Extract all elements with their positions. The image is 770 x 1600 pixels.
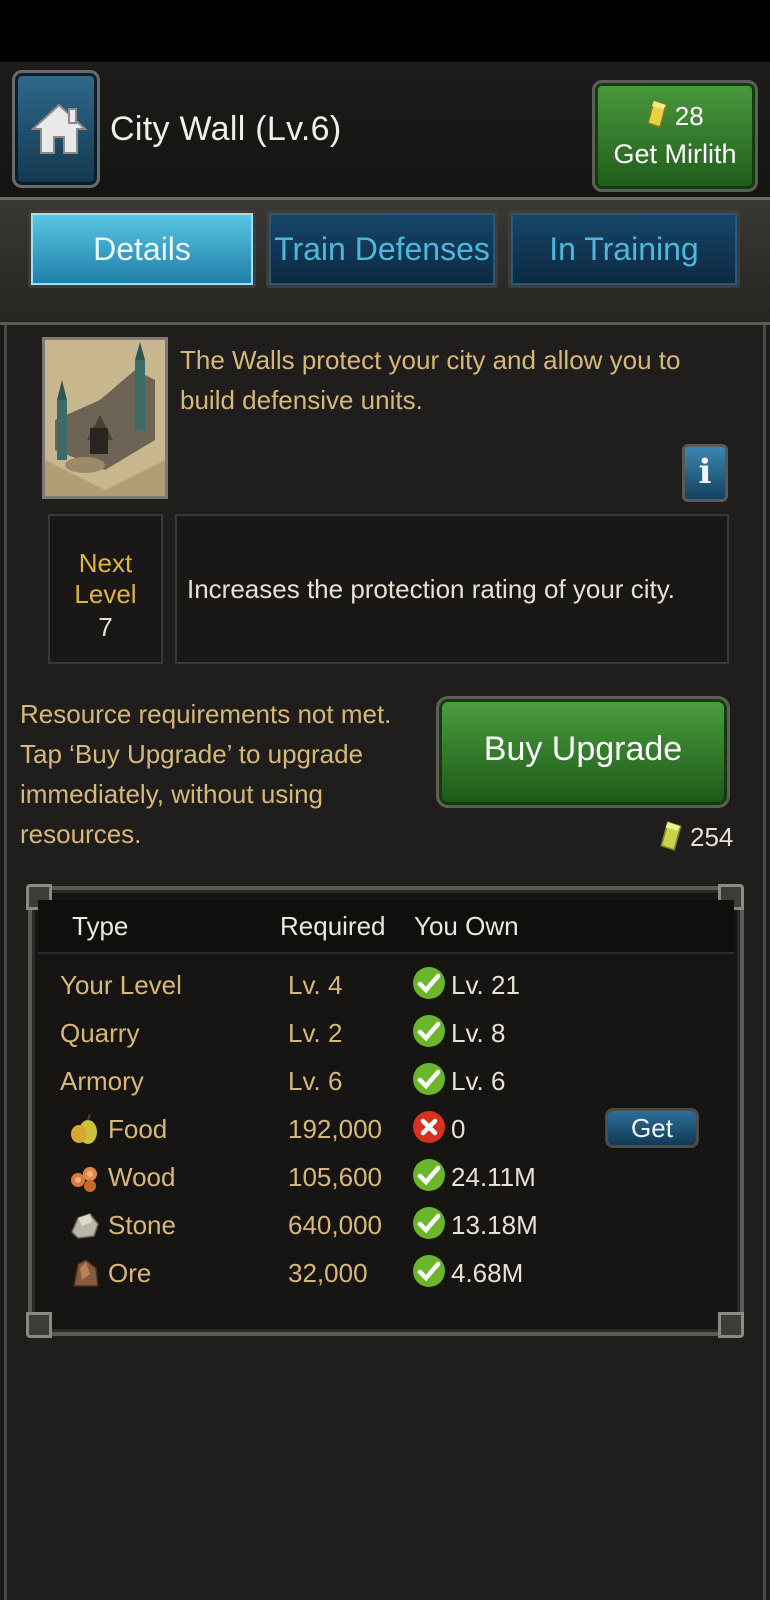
header-you-own: You Own xyxy=(414,911,519,941)
row-type: Stone xyxy=(108,1210,176,1240)
row-type: Food xyxy=(108,1114,168,1144)
row-owned: 0 xyxy=(451,1114,466,1144)
header-required: Required xyxy=(280,911,386,941)
tab-bar: Details Train Defenses In Training xyxy=(0,197,770,325)
buy-cost-value: 254 xyxy=(690,822,734,852)
row-owned: Lv. 8 xyxy=(451,1018,506,1048)
row-owned: Lv. 21 xyxy=(451,970,520,1000)
frame-corner xyxy=(718,1312,744,1338)
table-row: Quarry Lv. 2 Lv. 8 xyxy=(0,1010,770,1058)
row-required: 640,000 xyxy=(288,1210,382,1240)
home-icon xyxy=(30,103,88,154)
check-icon xyxy=(413,967,445,999)
next-level-label: Next Level xyxy=(74,548,137,609)
get-mirlith-button[interactable]: 28 Get Mirlith xyxy=(592,80,758,192)
header-type: Type xyxy=(72,911,129,941)
table-row: Ore 32,000 4.68M xyxy=(0,1250,770,1298)
row-type: Ore xyxy=(108,1258,152,1288)
check-icon xyxy=(413,1207,445,1239)
next-level-effect: Increases the protection rating of your … xyxy=(187,574,675,604)
check-icon xyxy=(413,1063,445,1095)
city-wall-image xyxy=(42,337,168,499)
check-icon xyxy=(413,1255,445,1287)
row-required: 105,600 xyxy=(288,1162,382,1192)
mirlith-count: 28 xyxy=(674,101,704,131)
ore-icon xyxy=(73,1259,99,1287)
tab-details[interactable]: Details xyxy=(28,210,256,288)
table-row: Armory Lv. 6 Lv. 6 xyxy=(0,1058,770,1106)
info-icon: i xyxy=(698,452,712,492)
row-type: Your Level xyxy=(60,970,182,1000)
row-required: Lv. 6 xyxy=(288,1066,343,1096)
check-icon xyxy=(413,1159,445,1191)
building-description: The Walls protect your city and allow yo… xyxy=(180,345,681,415)
buy-upgrade-button[interactable]: Buy Upgrade xyxy=(436,696,730,808)
row-required: Lv. 2 xyxy=(288,1018,343,1048)
mirlith-icon xyxy=(647,100,668,128)
food-icon xyxy=(71,1113,97,1144)
mirlith-icon xyxy=(660,821,682,851)
tab-in-training[interactable]: In Training xyxy=(508,210,740,288)
row-type: Quarry xyxy=(60,1018,140,1048)
info-button[interactable]: i xyxy=(682,444,728,502)
table-row: Your Level Lv. 4 Lv. 21 xyxy=(0,962,770,1010)
next-level-effect-box: Increases the protection rating of your … xyxy=(175,514,729,664)
row-required: 32,000 xyxy=(288,1258,368,1288)
get-mirlith-label: Get Mirlith xyxy=(613,139,737,169)
tab-train-defenses[interactable]: Train Defenses xyxy=(266,210,498,288)
row-owned: 4.68M xyxy=(451,1258,524,1288)
row-type: Armory xyxy=(60,1066,144,1096)
table-row: Wood 105,600 24.11M xyxy=(0,1154,770,1202)
header: City Wall (Lv.6) 28 Get Mirlith xyxy=(0,62,770,197)
wood-icon xyxy=(71,1167,97,1192)
status-bar xyxy=(0,0,770,62)
row-owned: 13.18M xyxy=(451,1210,538,1240)
stone-icon xyxy=(71,1213,99,1239)
cross-icon xyxy=(413,1111,445,1143)
row-type: Wood xyxy=(108,1162,176,1192)
row-required: 192,000 xyxy=(288,1114,382,1144)
row-owned: 24.11M xyxy=(451,1162,536,1192)
row-owned: Lv. 6 xyxy=(451,1066,506,1096)
get-food-button[interactable]: Get xyxy=(605,1108,699,1148)
row-required: Lv. 4 xyxy=(288,970,343,1000)
table-row: Stone 640,000 13.18M xyxy=(0,1202,770,1250)
table-header: Type Required You Own xyxy=(38,900,734,954)
requirements-message: Resource requirements not met. Tap ‘Buy … xyxy=(20,699,392,849)
next-level-box: Next Level 7 xyxy=(48,514,163,664)
table-row: Food 192,000 0 Get xyxy=(0,1106,770,1154)
page-title: City Wall (Lv.6) xyxy=(110,110,342,148)
home-button[interactable] xyxy=(12,70,100,188)
next-level-value: 7 xyxy=(98,612,113,642)
check-icon xyxy=(413,1015,445,1047)
frame-corner xyxy=(26,1312,52,1338)
